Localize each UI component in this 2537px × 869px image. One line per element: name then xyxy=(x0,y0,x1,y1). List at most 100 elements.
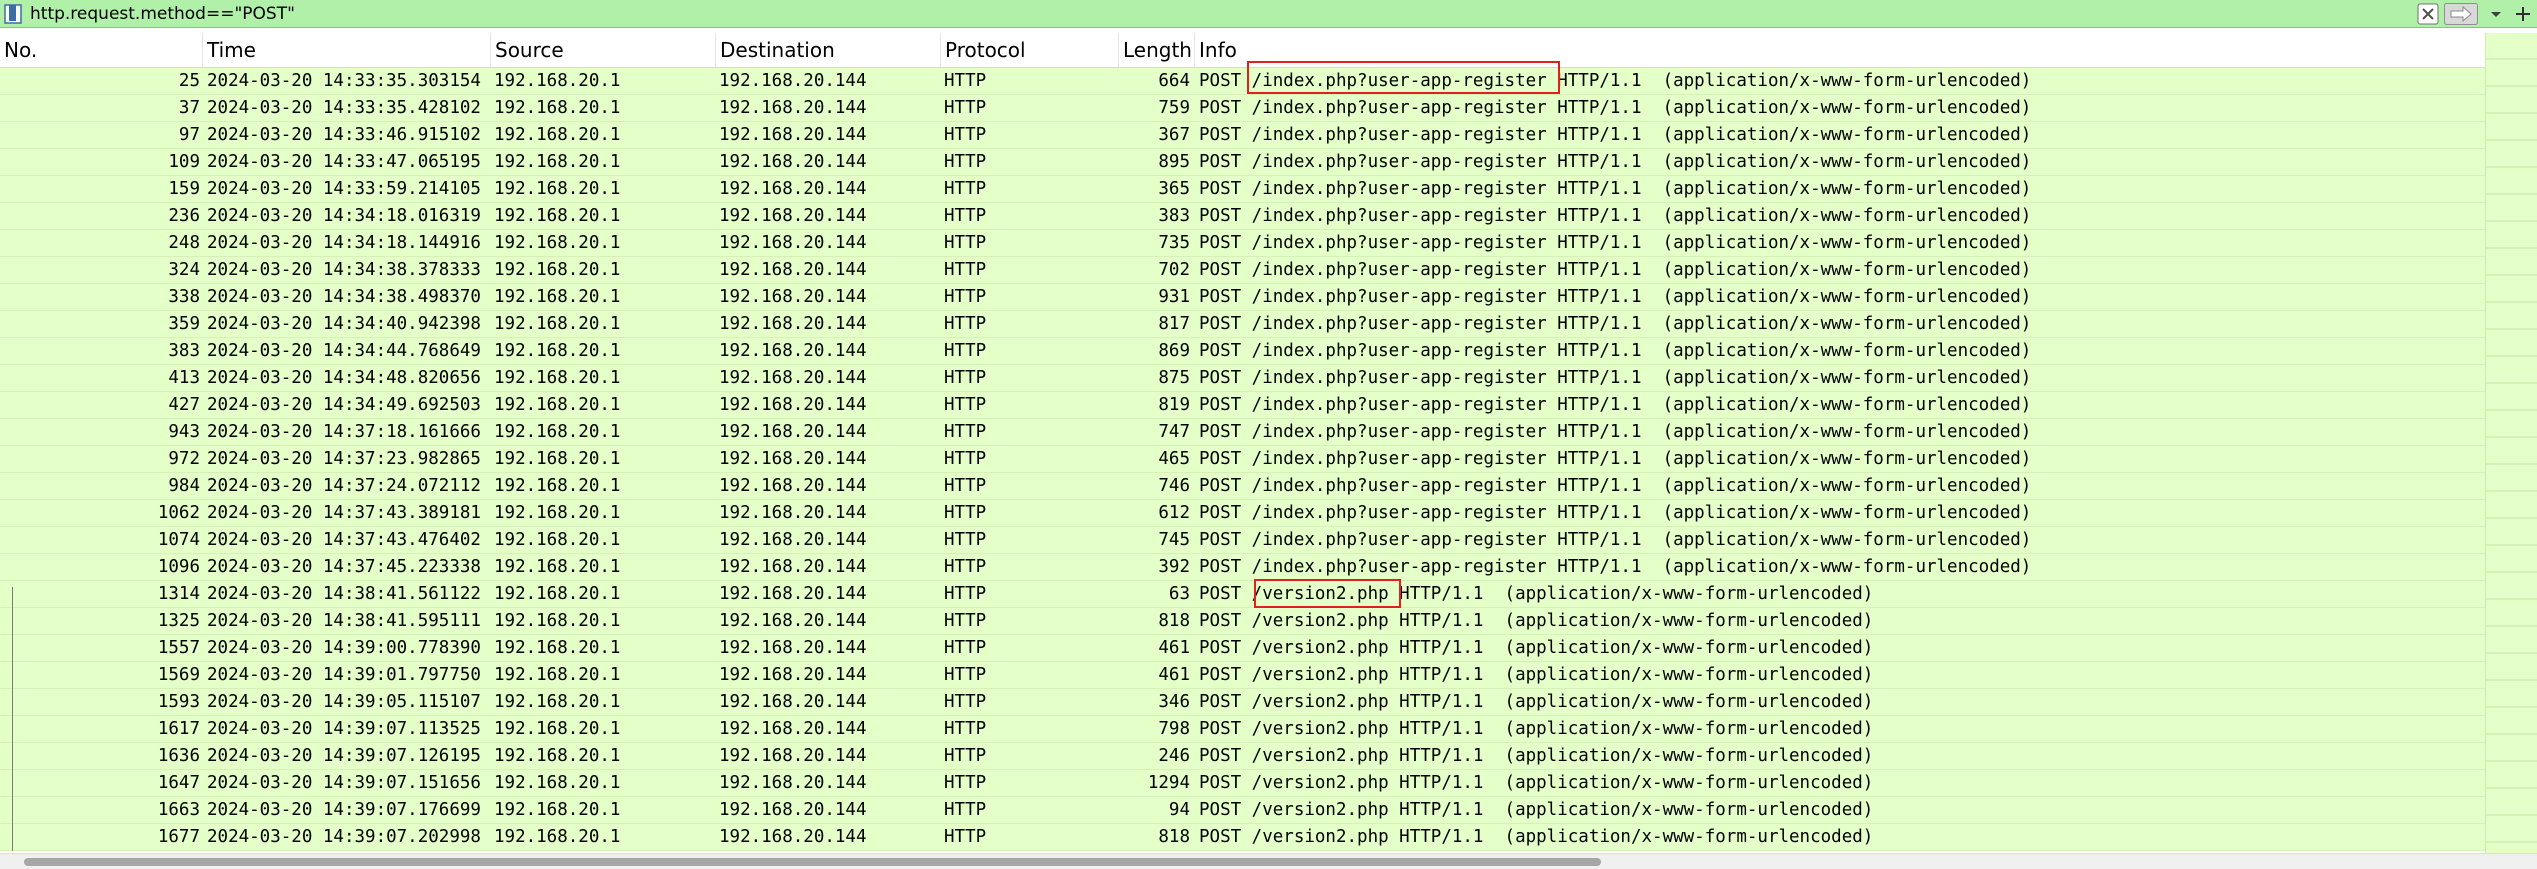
packet-len-cell: 461 xyxy=(1158,638,1190,658)
packet-row[interactable]: 972 2024-03-20 14:37:23.982865 192.168.20.… xyxy=(0,446,2485,473)
packet-len-cell: 818 xyxy=(1158,827,1190,847)
packet-row[interactable]: 1062 2024-03-20 14:37:43.389181 192.168.20… xyxy=(0,500,2485,527)
packet-proto-cell: HTTP xyxy=(944,827,987,847)
packet-no-cell: 383 xyxy=(168,341,200,361)
packet-no-cell: 159 xyxy=(168,179,200,199)
packet-row[interactable]: 97 2024-03-20 14:33:46.915102 192.168.20.1… xyxy=(0,122,2485,149)
horizontal-scrollbar-thumb[interactable] xyxy=(24,858,1601,866)
packet-time-cell: 2024-03-20 14:38:41.561122 xyxy=(207,584,481,604)
packet-len-cell: 735 xyxy=(1158,233,1190,253)
packet-row[interactable]: 109 2024-03-20 14:33:47.065195 192.168.20.… xyxy=(0,149,2485,176)
packet-no-cell: 943 xyxy=(168,422,200,442)
column-header-time[interactable]: Time xyxy=(203,33,491,67)
column-header-destination[interactable]: Destination xyxy=(716,33,941,67)
packet-src-cell: 192.168.20.1 xyxy=(494,557,621,577)
packet-dst-cell: 192.168.20.144 xyxy=(719,71,867,91)
packet-row[interactable]: 984 2024-03-20 14:37:24.072112 192.168.20.… xyxy=(0,473,2485,500)
packet-dst-cell: 192.168.20.144 xyxy=(719,746,867,766)
packet-src-cell: 192.168.20.1 xyxy=(494,341,621,361)
packet-dst-cell: 192.168.20.144 xyxy=(719,503,867,523)
display-filter-input[interactable]: http.request.method=="POST" xyxy=(30,2,295,26)
packet-row[interactable]: 236 2024-03-20 14:34:18.016319 192.168.20.… xyxy=(0,203,2485,230)
column-header-source[interactable]: Source xyxy=(491,33,716,67)
packet-dst-cell: 192.168.20.144 xyxy=(719,98,867,118)
packet-src-cell: 192.168.20.1 xyxy=(494,314,621,334)
filter-history-dropdown-icon[interactable] xyxy=(2487,3,2505,25)
packet-row[interactable]: 943 2024-03-20 14:37:18.161666 192.168.20.… xyxy=(0,419,2485,446)
packet-row[interactable]: 1325 2024-03-20 14:38:41.595111 192.168.20… xyxy=(0,608,2485,635)
packet-len-cell: 346 xyxy=(1158,692,1190,712)
packet-info-cell: POST /index.php?user-app-register HTTP/1… xyxy=(1199,395,2032,415)
packet-time-cell: 2024-03-20 14:39:07.113525 xyxy=(207,719,481,739)
packet-time-cell: 2024-03-20 14:39:07.151656 xyxy=(207,773,481,793)
packet-len-cell: 94 xyxy=(1168,800,1190,820)
packet-info-cell: POST /version2.php HTTP/1.1 (application… xyxy=(1199,638,1874,658)
packet-src-cell: 192.168.20.1 xyxy=(494,692,621,712)
column-header-protocol[interactable]: Protocol xyxy=(941,33,1119,67)
packet-dst-cell: 192.168.20.144 xyxy=(719,476,867,496)
packet-dst-cell: 192.168.20.144 xyxy=(719,152,867,172)
packet-info-cell: POST /index.php?user-app-register HTTP/1… xyxy=(1199,503,2032,523)
packet-row[interactable]: 359 2024-03-20 14:34:40.942398 192.168.20.… xyxy=(0,311,2485,338)
packet-len-cell: 461 xyxy=(1158,665,1190,685)
packet-row[interactable]: 159 2024-03-20 14:33:59.214105 192.168.20.… xyxy=(0,176,2485,203)
packet-no-cell: 1617 xyxy=(157,719,200,739)
packet-row[interactable]: 427 2024-03-20 14:34:49.692503 192.168.20.… xyxy=(0,392,2485,419)
packet-row[interactable]: 1636 2024-03-20 14:39:07.126195 192.168.20… xyxy=(0,743,2485,770)
packet-row[interactable]: 1593 2024-03-20 14:39:05.115107 192.168.20… xyxy=(0,689,2485,716)
apply-filter-arrow-icon[interactable] xyxy=(2444,3,2478,25)
packet-proto-cell: HTTP xyxy=(944,665,987,685)
add-filter-button-icon[interactable] xyxy=(2512,3,2534,25)
packet-proto-cell: HTTP xyxy=(944,611,987,631)
packet-row[interactable]: 1557 2024-03-20 14:39:00.778390 192.168.20… xyxy=(0,635,2485,662)
packet-dst-cell: 192.168.20.144 xyxy=(719,422,867,442)
packet-row[interactable]: 1647 2024-03-20 14:39:07.151656 192.168.20… xyxy=(0,770,2485,797)
packet-row[interactable]: 25 2024-03-20 14:33:35.303154 192.168.20.1… xyxy=(0,68,2485,95)
packet-row[interactable]: 37 2024-03-20 14:33:35.428102 192.168.20.1… xyxy=(0,95,2485,122)
packet-row[interactable]: 324 2024-03-20 14:34:38.378333 192.168.20.… xyxy=(0,257,2485,284)
packet-dst-cell: 192.168.20.144 xyxy=(719,314,867,334)
packet-len-cell: 747 xyxy=(1158,422,1190,442)
column-header-info[interactable]: Info xyxy=(1195,33,2485,67)
packet-row[interactable]: 1677 2024-03-20 14:39:07.202998 192.168.20… xyxy=(0,824,2485,851)
packet-info-cell: POST /version2.php HTTP/1.1 (application… xyxy=(1199,827,1874,847)
packet-info-cell: POST /version2.php HTTP/1.1 (application… xyxy=(1199,665,1874,685)
packet-row[interactable]: 1663 2024-03-20 14:39:07.176699 192.168.20… xyxy=(0,797,2485,824)
horizontal-scrollbar[interactable] xyxy=(0,853,2537,869)
packet-info-cell: POST /index.php?user-app-register HTTP/1… xyxy=(1199,557,2032,577)
packet-no-cell: 413 xyxy=(168,368,200,388)
packet-dst-cell: 192.168.20.144 xyxy=(719,719,867,739)
vertical-scrollbar[interactable] xyxy=(2485,33,2537,853)
packet-row[interactable]: 1096 2024-03-20 14:37:45.223338 192.168.20… xyxy=(0,554,2485,581)
packet-no-cell: 1325 xyxy=(157,611,200,631)
packet-len-cell: 817 xyxy=(1158,314,1190,334)
clear-filter-icon[interactable] xyxy=(2417,3,2439,25)
packet-row[interactable]: 1617 2024-03-20 14:39:07.113525 192.168.20… xyxy=(0,716,2485,743)
packet-row[interactable]: 1074 2024-03-20 14:37:43.476402 192.168.20… xyxy=(0,527,2485,554)
column-header-no[interactable]: No. xyxy=(0,33,203,67)
packet-time-cell: 2024-03-20 14:34:18.016319 xyxy=(207,206,481,226)
packet-no-cell: 97 xyxy=(178,125,200,145)
packet-row[interactable]: 338 2024-03-20 14:34:38.498370 192.168.20.… xyxy=(0,284,2485,311)
packet-src-cell: 192.168.20.1 xyxy=(494,287,621,307)
packet-no-cell: 359 xyxy=(168,314,200,334)
packet-src-cell: 192.168.20.1 xyxy=(494,827,621,847)
packet-proto-cell: HTTP xyxy=(944,125,987,145)
packet-info-cell: POST /index.php?user-app-register HTTP/1… xyxy=(1199,449,2032,469)
packet-row[interactable]: 1569 2024-03-20 14:39:01.797750 192.168.20… xyxy=(0,662,2485,689)
bookmark-icon[interactable] xyxy=(4,4,22,24)
packet-src-cell: 192.168.20.1 xyxy=(494,449,621,469)
packet-row[interactable]: 248 2024-03-20 14:34:18.144916 192.168.20.… xyxy=(0,230,2485,257)
packet-row[interactable]: 413 2024-03-20 14:34:48.820656 192.168.20.… xyxy=(0,365,2485,392)
packet-src-cell: 192.168.20.1 xyxy=(494,611,621,631)
packet-no-cell: 248 xyxy=(168,233,200,253)
packet-len-cell: 875 xyxy=(1158,368,1190,388)
packet-row[interactable]: 1314 2024-03-20 14:38:41.561122 192.168.20… xyxy=(0,581,2485,608)
packet-no-cell: 1677 xyxy=(157,827,200,847)
column-header-length[interactable]: Length xyxy=(1119,33,1195,67)
packet-len-cell: 931 xyxy=(1158,287,1190,307)
packet-time-cell: 2024-03-20 14:34:38.498370 xyxy=(207,287,481,307)
packet-src-cell: 192.168.20.1 xyxy=(494,233,621,253)
packet-info-cell: POST /index.php?user-app-register HTTP/1… xyxy=(1199,125,2032,145)
packet-row[interactable]: 383 2024-03-20 14:34:44.768649 192.168.20.… xyxy=(0,338,2485,365)
